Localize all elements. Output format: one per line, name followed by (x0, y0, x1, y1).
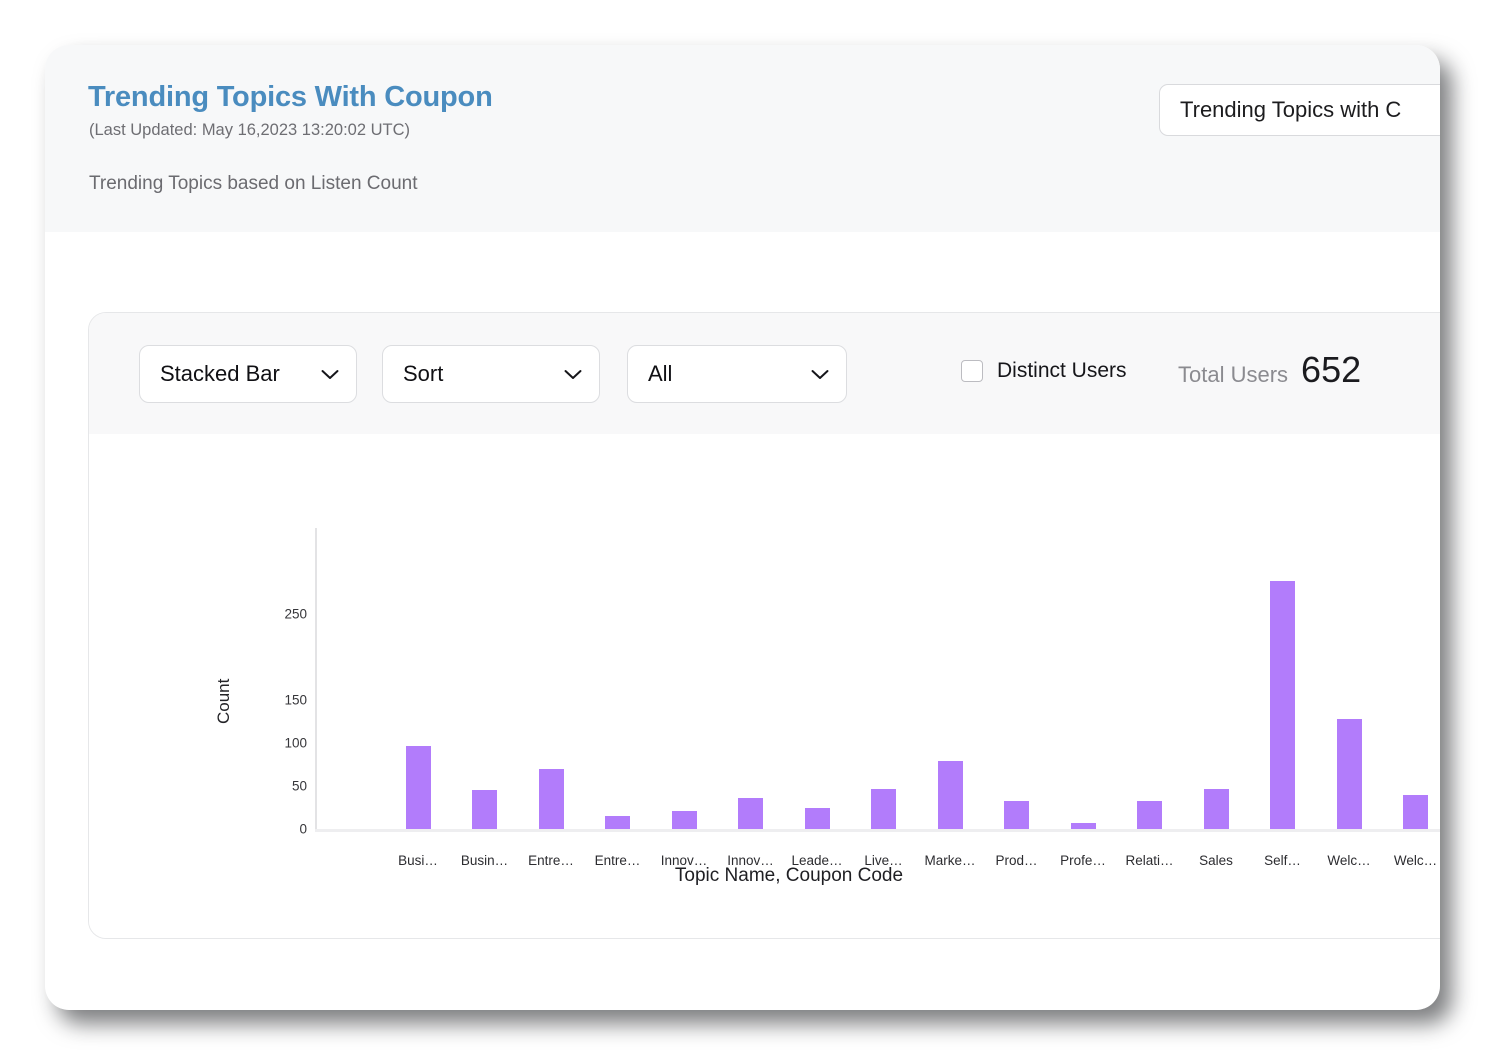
distinct-users-checkbox[interactable] (961, 360, 983, 382)
bar[interactable] (1071, 823, 1096, 829)
report-selector[interactable]: Trending Topics with C (1159, 84, 1440, 136)
y-axis-tick: 250 (255, 607, 307, 622)
bar[interactable] (1403, 795, 1428, 829)
chevron-down-icon (811, 369, 829, 380)
y-axis-title: Count (214, 679, 234, 724)
bar[interactable] (1137, 801, 1162, 829)
distinct-users-control[interactable]: Distinct Users (961, 359, 1127, 383)
chevron-down-icon (564, 369, 582, 380)
bar[interactable] (1004, 801, 1029, 829)
bar[interactable] (938, 761, 963, 829)
bar-series: Busi…Busin…Entre…Entre…Innov…Innov…Leade… (315, 434, 1440, 939)
bar[interactable] (1204, 789, 1229, 829)
filter-dropdown-value: All (648, 361, 672, 387)
x-axis-title: Topic Name, Coupon Code (89, 865, 1440, 887)
y-axis-tick: 150 (255, 693, 307, 708)
chart-card: Stacked Bar Sort All (88, 312, 1440, 939)
chevron-down-icon (321, 369, 339, 380)
y-axis-tick: 100 (255, 736, 307, 751)
filter-dropdown[interactable]: All (627, 345, 847, 403)
bar[interactable] (1337, 719, 1362, 829)
chart-toolbar: Stacked Bar Sort All (89, 313, 1440, 434)
distinct-users-label: Distinct Users (997, 359, 1127, 383)
bar[interactable] (738, 798, 763, 829)
bar[interactable] (805, 808, 830, 829)
page-subtitle: Trending Topics based on Listen Count (89, 173, 418, 195)
app-window: Trending Topics With Coupon (Last Update… (45, 45, 1440, 1010)
chart-type-dropdown-value: Stacked Bar (160, 361, 280, 387)
bar[interactable] (605, 816, 630, 829)
bar[interactable] (539, 769, 564, 829)
page-title: Trending Topics With Coupon (88, 81, 493, 114)
total-users-value: 652 (1301, 349, 1361, 391)
bar[interactable] (472, 790, 497, 829)
bar[interactable] (672, 811, 697, 829)
bar[interactable] (871, 789, 896, 829)
bar[interactable] (406, 746, 431, 829)
chart-type-dropdown[interactable]: Stacked Bar (139, 345, 357, 403)
total-users-stat: Total Users 652 (1178, 349, 1361, 391)
y-axis-ticks: 0 50 100 150 250 (249, 434, 307, 939)
bar[interactable] (1270, 581, 1295, 829)
total-users-label: Total Users (1178, 362, 1288, 388)
bar-chart: Count 0 50 100 150 250 Busi…Busin…Entre…Entr… (89, 434, 1440, 939)
sort-dropdown[interactable]: Sort (382, 345, 600, 403)
page-header: Trending Topics With Coupon (Last Update… (45, 45, 1440, 232)
report-selector-value: Trending Topics with C (1160, 97, 1401, 123)
y-axis-tick: 50 (255, 779, 307, 794)
last-updated-text: (Last Updated: May 16,2023 13:20:02 UTC) (89, 121, 410, 140)
sort-dropdown-value: Sort (403, 361, 443, 387)
screenshot-root: Trending Topics With Coupon (Last Update… (0, 0, 1504, 1060)
y-axis-tick: 0 (255, 822, 307, 837)
